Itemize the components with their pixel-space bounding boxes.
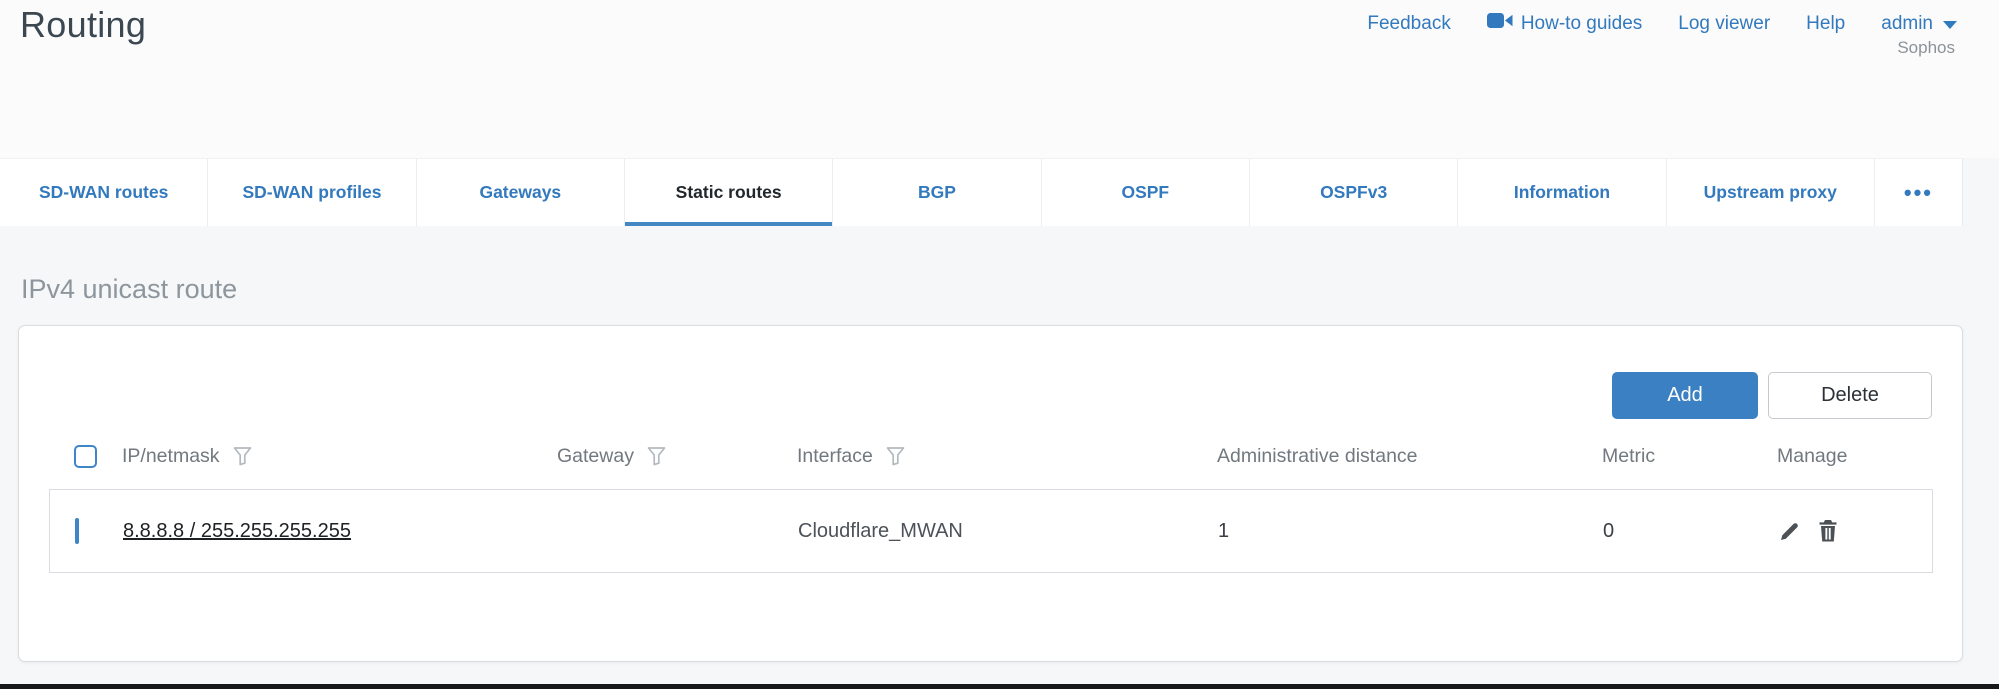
tab-label: BGP — [918, 182, 956, 203]
tab-sdwan-profiles[interactable]: SD-WAN profiles — [207, 159, 415, 226]
section-heading: IPv4 unicast route — [21, 274, 237, 305]
howto-guides-link[interactable]: How-to guides — [1487, 12, 1642, 35]
tab-label: SD-WAN profiles — [242, 182, 381, 203]
cell-interface: Cloudflare_MWAN — [798, 520, 1218, 543]
tab-sdwan-routes[interactable]: SD-WAN routes — [0, 159, 207, 226]
tab-ospf[interactable]: OSPF — [1041, 159, 1249, 226]
tab-bar: SD-WAN routes SD-WAN profiles Gateways S… — [0, 158, 1963, 226]
feedback-link[interactable]: Feedback — [1367, 13, 1450, 35]
page-header: Routing Feedback How-to guides Log viewe… — [0, 0, 1999, 158]
cell-ip-netmask: 8.8.8.8 / 255.255.255.255 — [123, 520, 558, 543]
help-label: Help — [1806, 13, 1845, 35]
table-header-row: IP/netmask Gateway Interface Administrat… — [19, 431, 1962, 481]
chevron-down-icon — [1943, 21, 1957, 29]
column-header-administrative-distance: Administrative distance — [1217, 445, 1602, 468]
column-header-metric: Metric — [1602, 445, 1777, 468]
cell-administrative-distance: 1 — [1218, 520, 1603, 543]
column-label: IP/netmask — [122, 445, 220, 468]
tab-label: SD-WAN routes — [39, 182, 168, 203]
cell-manage — [1778, 519, 1932, 543]
tab-static-routes[interactable]: Static routes — [624, 159, 832, 226]
tab-label: Gateways — [479, 182, 561, 203]
tab-label: OSPF — [1121, 182, 1169, 203]
filter-funnel-icon[interactable] — [646, 445, 667, 467]
column-label: Gateway — [557, 445, 634, 468]
row-checkbox-cell — [75, 520, 123, 543]
column-label: Manage — [1777, 445, 1847, 468]
tab-gateways[interactable]: Gateways — [416, 159, 624, 226]
table-toolbar: Add Delete — [1612, 372, 1932, 419]
tab-upstream-proxy[interactable]: Upstream proxy — [1666, 159, 1874, 226]
header-checkbox-cell — [74, 445, 122, 468]
tab-label: Static routes — [676, 182, 782, 203]
cell-metric: 0 — [1603, 520, 1778, 543]
feedback-label: Feedback — [1367, 13, 1450, 35]
log-viewer-label: Log viewer — [1678, 13, 1770, 35]
user-menu-label: admin — [1881, 13, 1933, 35]
tab-bgp[interactable]: BGP — [832, 159, 1040, 226]
column-label: Metric — [1602, 445, 1655, 468]
account-name: Sophos — [1897, 38, 1955, 58]
help-link[interactable]: Help — [1806, 13, 1845, 35]
tab-ospfv3[interactable]: OSPFv3 — [1249, 159, 1457, 226]
row-checkbox[interactable] — [75, 518, 79, 544]
log-viewer-link[interactable]: Log viewer — [1678, 13, 1770, 35]
ellipsis-icon: ••• — [1904, 180, 1933, 206]
column-label: Administrative distance — [1217, 445, 1418, 468]
trash-icon[interactable] — [1817, 519, 1839, 543]
video-camera-icon — [1487, 12, 1513, 35]
top-navigation: Feedback How-to guides Log viewer Help a… — [1367, 12, 1957, 35]
bottom-window-edge — [0, 684, 1999, 689]
tab-label: Upstream proxy — [1704, 182, 1837, 203]
column-header-gateway: Gateway — [557, 445, 797, 468]
column-header-interface: Interface — [797, 445, 1217, 468]
user-menu[interactable]: admin — [1881, 13, 1957, 35]
tab-information[interactable]: Information — [1457, 159, 1665, 226]
column-header-manage: Manage — [1777, 445, 1962, 468]
filter-funnel-icon[interactable] — [232, 445, 253, 467]
page-title: Routing — [20, 4, 146, 46]
tab-overflow-menu[interactable]: ••• — [1874, 159, 1962, 226]
delete-button[interactable]: Delete — [1768, 372, 1932, 419]
column-header-ip-netmask: IP/netmask — [122, 445, 557, 468]
table-row: 8.8.8.8 / 255.255.255.255 Cloudflare_MWA… — [49, 489, 1933, 573]
select-all-checkbox[interactable] — [74, 445, 97, 468]
column-label: Interface — [797, 445, 873, 468]
tab-label: Information — [1514, 182, 1610, 203]
howto-guides-label: How-to guides — [1521, 13, 1642, 35]
filter-funnel-icon[interactable] — [885, 445, 906, 467]
static-routes-panel: Add Delete IP/netmask Gateway Interface … — [18, 325, 1963, 662]
tab-label: OSPFv3 — [1320, 182, 1387, 203]
pencil-icon[interactable] — [1778, 520, 1801, 543]
add-button[interactable]: Add — [1612, 372, 1758, 419]
route-link[interactable]: 8.8.8.8 / 255.255.255.255 — [123, 520, 351, 542]
